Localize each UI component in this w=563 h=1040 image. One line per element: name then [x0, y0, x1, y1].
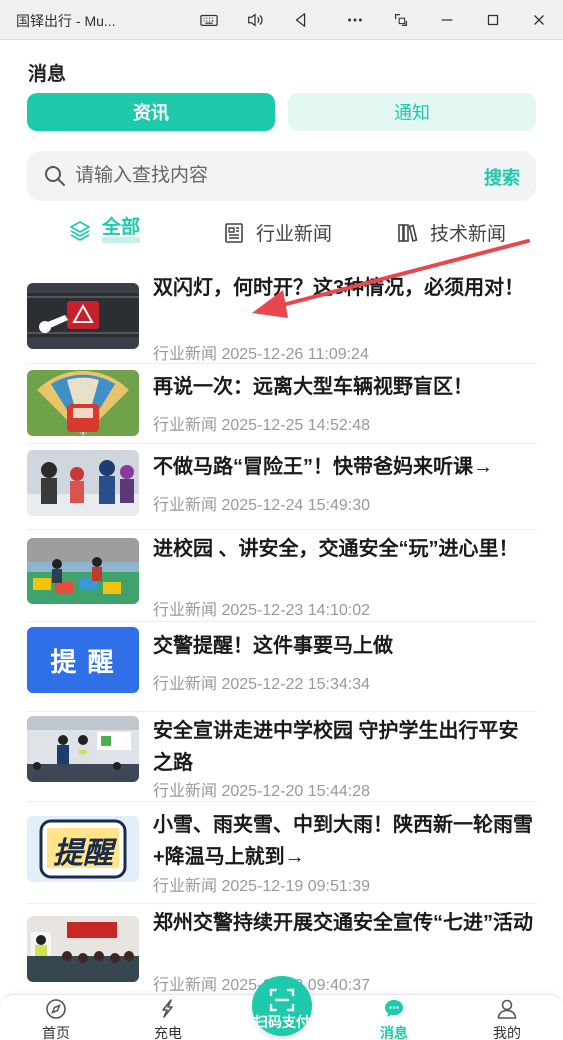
category-filter: 全部 行业新闻 技术新闻	[0, 213, 563, 257]
category-all[interactable]: 全部	[68, 218, 141, 243]
maximize-icon[interactable]	[478, 6, 508, 34]
window-titlebar: 国铎出行 - Mu...	[0, 0, 563, 40]
news-category: 行业新闻	[153, 783, 218, 800]
nav-messages[interactable]: 消息	[364, 997, 424, 1040]
news-title: 交警提醒！这件事要马上做	[153, 635, 393, 657]
news-meta: 行业新闻 2025-12-19 09:51:39	[153, 872, 370, 896]
newspaper-icon	[225, 222, 243, 243]
news-title: 郑州交警持续开展交通安全宣传“七进”活动	[153, 912, 533, 934]
news-title: 双闪灯，何时开？这3种情况，必须用对！	[153, 277, 525, 299]
news-meta: 行业新闻 2025-12-24 15:49:30	[153, 491, 370, 515]
search-button[interactable]: 搜索	[484, 164, 520, 190]
search-bar: 搜索	[27, 151, 536, 201]
news-category: 行业新闻	[153, 676, 218, 693]
user-icon	[497, 999, 517, 1019]
news-category: 行业新闻	[153, 602, 218, 619]
news-thumbnail	[27, 716, 139, 782]
news-meta: 行业新闻 2025-12-25 14:52:48	[153, 411, 370, 435]
news-item[interactable]: 安全宣讲走进中学校园 守护学生出行平安之路 行业新闻 2025-12-20 15…	[27, 712, 537, 802]
news-thumbnail	[27, 370, 139, 436]
news-item[interactable]: 提醒 小雪、雨夹雪、中到大雨！陕西新一轮雨雪+降温马上就到→ 行业新闻 2025…	[27, 802, 537, 904]
scan-icon	[269, 988, 295, 1012]
category-label: 全部	[102, 218, 141, 243]
news-category: 行业新闻	[153, 878, 218, 895]
category-label: 技术新闻	[430, 224, 507, 245]
nav-home[interactable]: 首页	[26, 997, 86, 1040]
news-item[interactable]: 再说一次：远离大型车辆视野盲区！ 行业新闻 2025-12-25 14:52:4…	[27, 364, 537, 444]
news-item[interactable]: 双闪灯，何时开？这3种情况，必须用对！ 行业新闻 2025-12-26 11:0…	[27, 268, 537, 364]
news-date: 2025-12-26 11:09:24	[221, 346, 369, 363]
news-title: 小雪、雨夹雪、中到大雨！陕西新一轮雨雪+降温马上就到→	[153, 814, 533, 868]
layers-icon	[70, 221, 90, 241]
news-item[interactable]: 进校园 、讲安全，交通安全“玩”进心里！ 行业新闻 2025-12-23 14:…	[27, 530, 537, 622]
news-meta: 行业新闻 2025-12-26 11:09:24	[153, 340, 369, 364]
news-category: 行业新闻	[153, 977, 218, 994]
charge-icon	[162, 999, 173, 1018]
nav-charge[interactable]: 充电	[138, 997, 198, 1040]
search-icon	[45, 166, 65, 186]
thumbnail-text: 提 醒	[50, 646, 116, 677]
news-category: 行业新闻	[153, 497, 218, 514]
category-industry-news[interactable]: 行业新闻	[222, 219, 332, 246]
news-item[interactable]: 不做马路“冒险王”！快带爸妈来听课→ 行业新闻 2025-12-24 15:49…	[27, 444, 537, 530]
close-icon[interactable]	[524, 6, 554, 34]
minimize-icon[interactable]	[432, 6, 462, 34]
books-icon	[398, 223, 418, 242]
message-icon	[385, 1000, 403, 1017]
news-meta: 行业新闻 2025-12-22 15:34:34	[153, 670, 370, 694]
news-meta: 行业新闻 2025-12-20 15:44:28	[153, 777, 370, 801]
news-title: 进校园 、讲安全，交通安全“玩”进心里！	[153, 538, 519, 560]
thumbnail-text: 提醒	[53, 837, 113, 870]
news-date: 2025-12-20 15:44:28	[221, 783, 371, 800]
category-tech-news[interactable]: 技术新闻	[396, 219, 506, 246]
nav-label: 充电	[154, 1025, 182, 1040]
news-thumbnail	[27, 450, 139, 516]
window-title: 国铎出行 - Mu...	[16, 13, 116, 29]
news-meta: 行业新闻 2025-12-23 14:10:02	[153, 596, 370, 620]
nav-label: 我的	[493, 1025, 521, 1040]
more-icon[interactable]	[340, 6, 370, 34]
keyboard-icon[interactable]	[194, 6, 224, 34]
page-title: 消息	[28, 64, 67, 85]
scan-pay-label: 扫码支付	[254, 1014, 310, 1030]
news-date: 2025-12-25 14:52:48	[221, 417, 371, 434]
back-icon[interactable]	[286, 6, 316, 34]
news-thumbnail: 提 醒	[27, 627, 139, 693]
news-date: 2025-12-22 15:34:34	[221, 676, 371, 693]
nav-label: 消息	[380, 1025, 408, 1040]
tab-news[interactable]: 资讯	[27, 93, 275, 131]
screenshot-icon[interactable]	[386, 6, 416, 34]
news-title: 不做马路“冒险王”！快带爸妈来听课→	[153, 456, 493, 478]
news-title: 再说一次：远离大型车辆视野盲区！	[153, 376, 473, 398]
news-category: 行业新闻	[153, 346, 218, 363]
nav-profile[interactable]: 我的	[477, 997, 537, 1040]
news-thumbnail	[27, 538, 139, 604]
news-date: 2025-12-24 15:49:30	[221, 497, 371, 514]
compass-icon	[46, 999, 66, 1019]
search-input[interactable]	[75, 151, 455, 201]
volume-icon[interactable]	[240, 6, 270, 34]
news-date: 2025-12-19 09:51:39	[221, 878, 371, 895]
message-tabs: 资讯 通知	[27, 93, 536, 131]
tab-notifications[interactable]: 通知	[288, 93, 536, 131]
news-title: 安全宣讲走进中学校园 守护学生出行平安之路	[153, 720, 519, 774]
news-thumbnail	[27, 916, 139, 982]
news-category: 行业新闻	[153, 417, 218, 434]
news-thumbnail: 提醒	[27, 816, 139, 882]
nav-label: 首页	[42, 1025, 70, 1040]
news-date: 2025-12-23 14:10:02	[221, 602, 371, 619]
news-item[interactable]: 提 醒 交警提醒！这件事要马上做 行业新闻 2025-12-22 15:34:3…	[27, 622, 537, 712]
category-label: 行业新闻	[256, 224, 333, 245]
news-thumbnail	[27, 283, 139, 349]
